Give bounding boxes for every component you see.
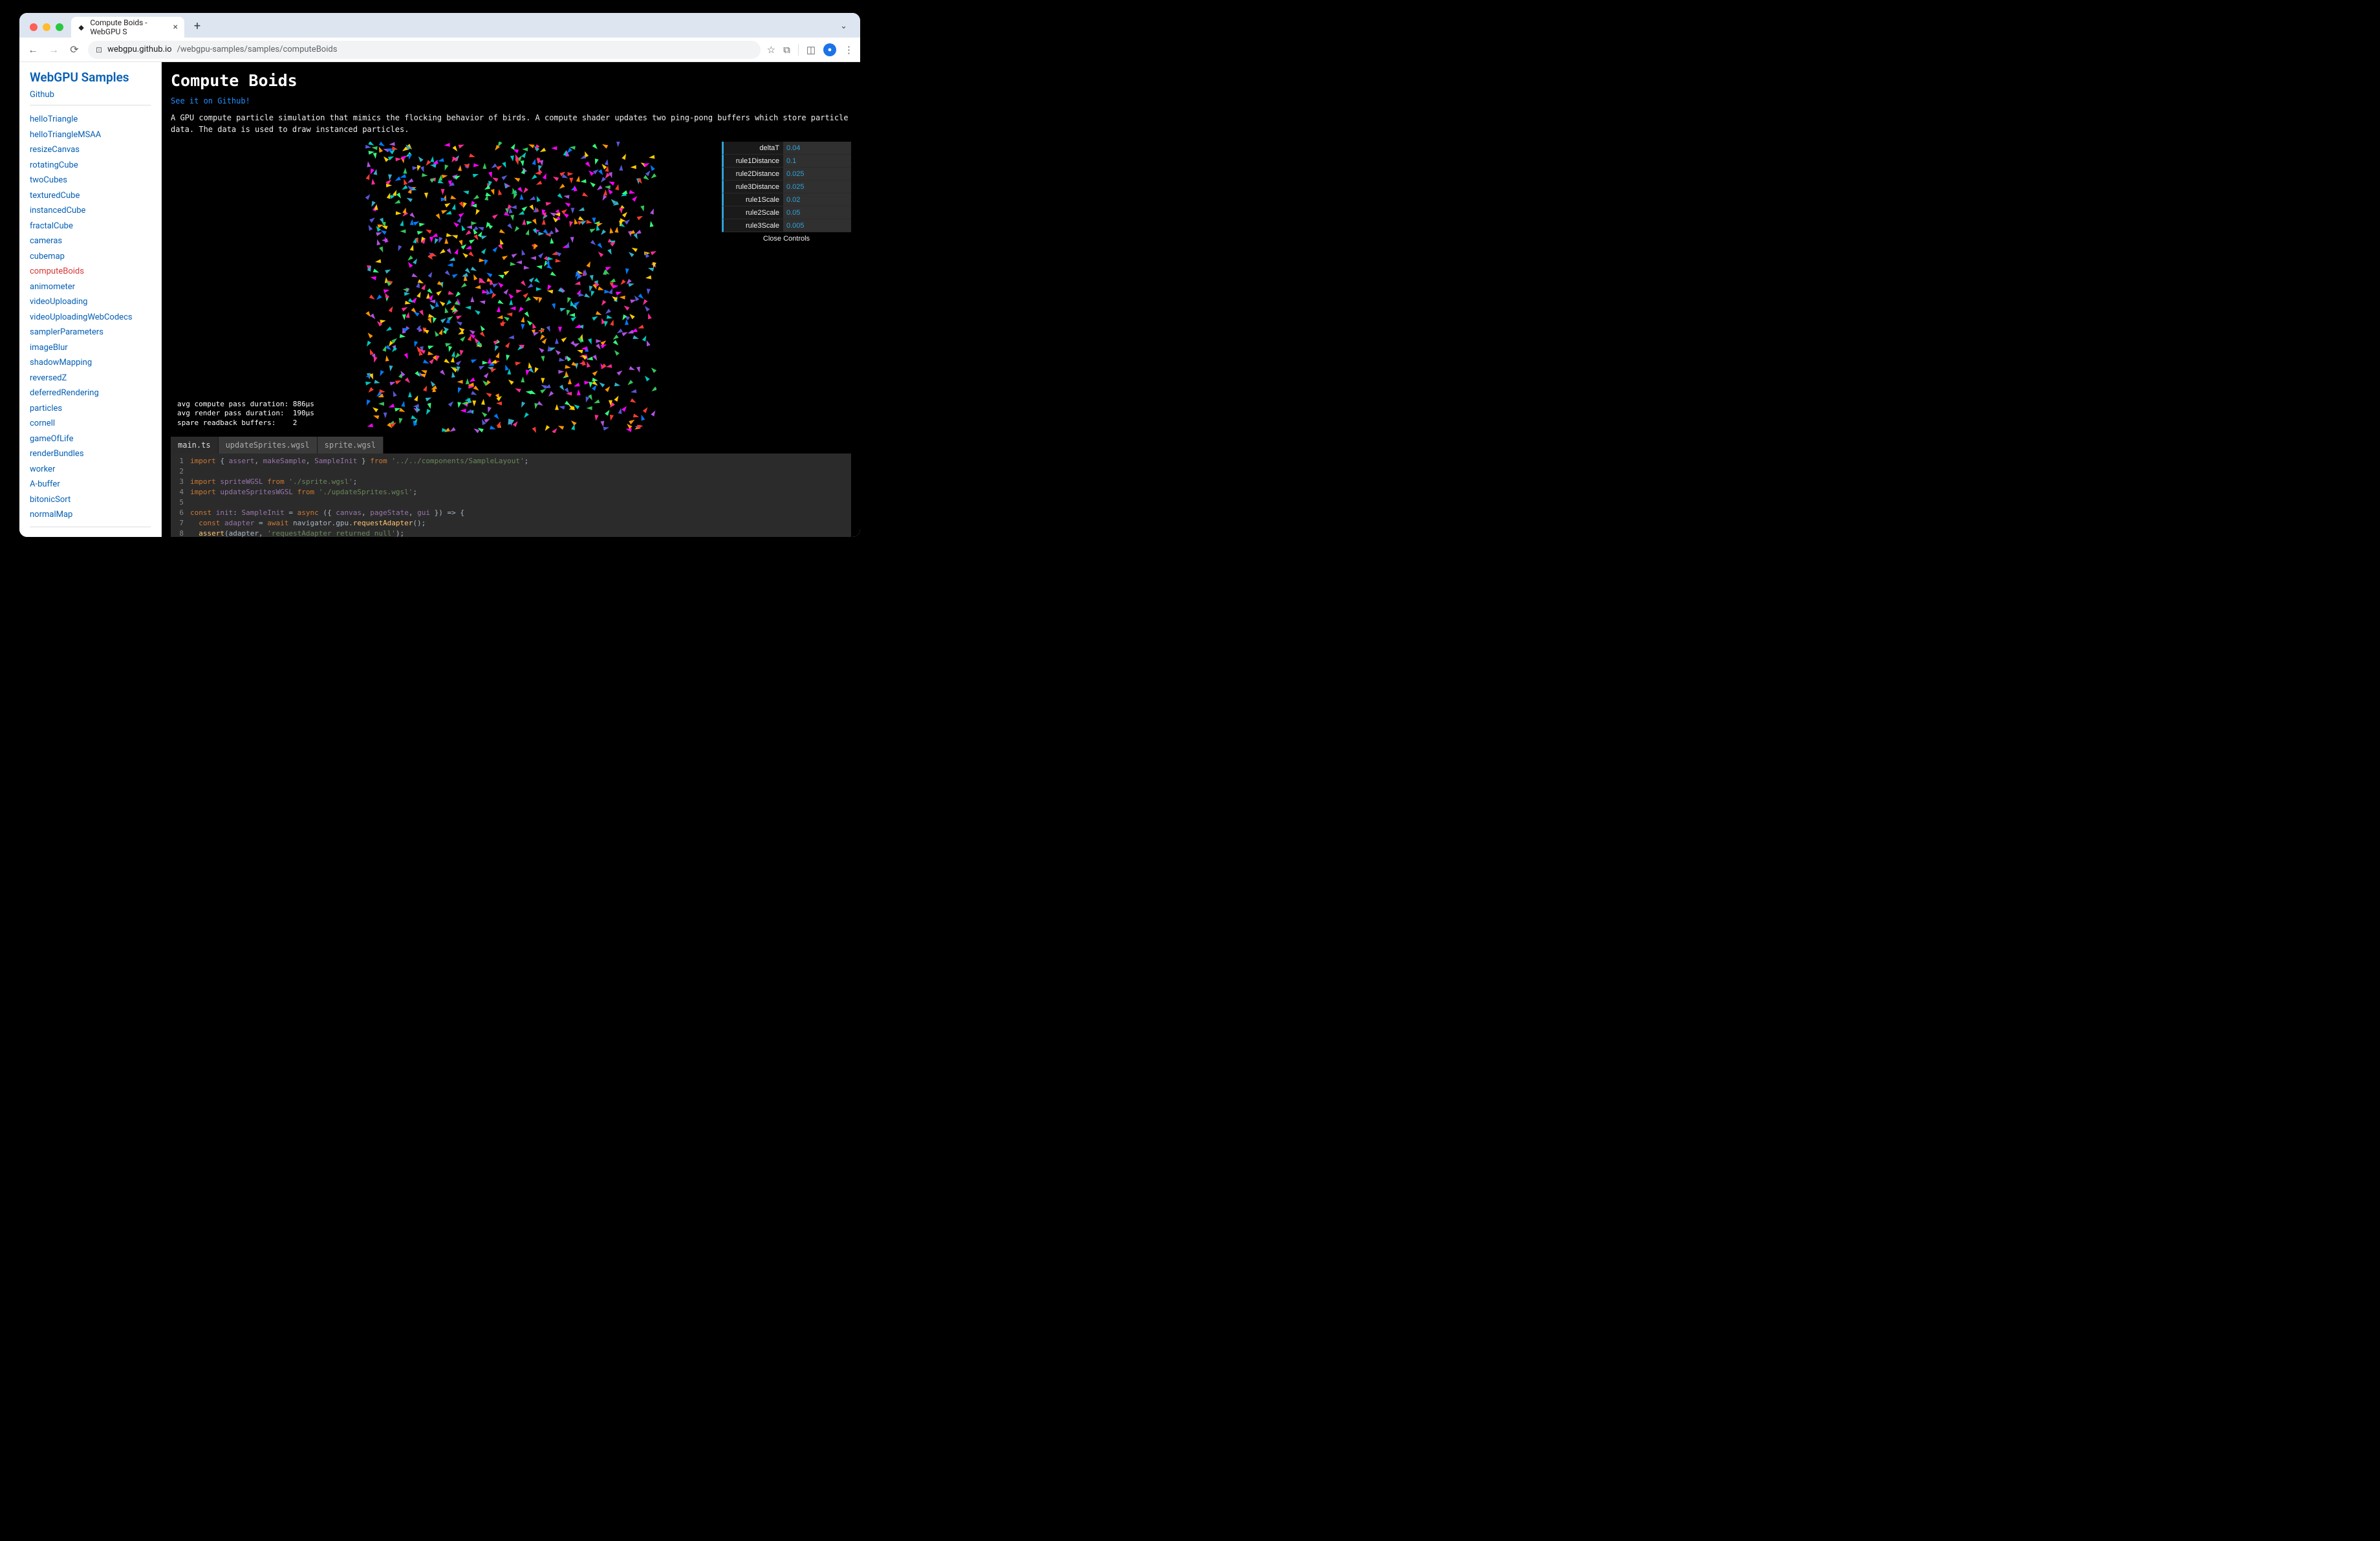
sidebar-item-animometer[interactable]: animometer	[30, 279, 151, 295]
sidebar-item-computeBoids[interactable]: computeBoids	[30, 264, 151, 279]
url-input[interactable]: ⊡ webgpu.github.io/webgpu-samples/sample…	[88, 41, 761, 59]
forward-button[interactable]: →	[47, 43, 61, 57]
sidebar-item-cornell[interactable]: cornell	[30, 416, 151, 432]
sidebar-item-videoUploadingWebCodecs[interactable]: videoUploadingWebCodecs	[30, 310, 151, 325]
gui-row-rule1Scale: rule1Scale0.02	[722, 193, 851, 206]
gui-label: rule2Scale	[724, 209, 783, 217]
gui-label: rule1Scale	[724, 196, 783, 204]
gui-label: deltaT	[724, 144, 783, 152]
sidebar-item-texturedCube[interactable]: texturedCube	[30, 188, 151, 204]
side-panel-icon[interactable]: ◫	[806, 44, 816, 56]
gui-row-rule2Scale: rule2Scale0.05	[722, 206, 851, 219]
gui-value-input[interactable]: 0.02	[783, 193, 851, 206]
sidebar-item-A-buffer[interactable]: A-buffer	[30, 477, 151, 492]
sidebar-item-deferredRendering[interactable]: deferredRendering	[30, 386, 151, 401]
window-controls	[30, 23, 63, 31]
tab-bar: ◆ Compute Boids - WebGPU S × + ⌄	[19, 13, 860, 38]
code-tab[interactable]: updateSprites.wgsl	[219, 437, 318, 454]
see-on-github-link[interactable]: See it on Github!	[171, 96, 851, 105]
tab-title: Compute Boids - WebGPU S	[90, 18, 168, 36]
gui-value-input[interactable]: 0.025	[783, 168, 851, 180]
sidebar-item-twoCubes[interactable]: twoCubes	[30, 173, 151, 188]
gui-value-input[interactable]: 0.025	[783, 180, 851, 193]
site-info-icon[interactable]: ⊡	[96, 45, 102, 54]
gui-row-deltaT: deltaT0.04	[722, 142, 851, 155]
gui-value-input[interactable]: 0.1	[783, 155, 851, 167]
sidebar-item-shadowMapping[interactable]: shadowMapping	[30, 355, 151, 371]
maximize-window-button[interactable]	[56, 23, 63, 31]
sidebar-item-fractalCube[interactable]: fractalCube	[30, 219, 151, 234]
code-tab[interactable]: sprite.wgsl	[318, 437, 384, 454]
samples-list: helloTrianglehelloTriangleMSAAresizeCanv…	[30, 112, 151, 523]
sidebar-item-samplerParameters[interactable]: samplerParameters	[30, 325, 151, 340]
sidebar-item-normalMap[interactable]: normalMap	[30, 507, 151, 523]
sidebar-title: WebGPU Samples	[30, 70, 151, 85]
tab-favicon-icon: ◆	[78, 23, 85, 32]
page-content: WebGPU Samples Github helloTrianglehello…	[19, 62, 860, 537]
tab-overflow-icon[interactable]: ⌄	[840, 21, 847, 31]
gui-label: rule2Distance	[724, 170, 783, 178]
gui-row-rule3Distance: rule3Distance0.025	[722, 180, 851, 193]
gui-value-input[interactable]: 0.005	[783, 219, 851, 232]
close-controls-button[interactable]: Close Controls	[722, 232, 851, 245]
gui-label: rule3Scale	[724, 222, 783, 230]
sidebar-item-particles[interactable]: particles	[30, 401, 151, 417]
gui-label: rule3Distance	[724, 183, 783, 191]
close-tab-icon[interactable]: ×	[173, 22, 178, 32]
code-viewer[interactable]: 1import { assert, makeSample, SampleInit…	[171, 454, 851, 537]
gui-row-rule2Distance: rule2Distance0.025	[722, 168, 851, 180]
sidebar-item-worker[interactable]: worker	[30, 462, 151, 477]
close-window-button[interactable]	[30, 23, 38, 31]
sidebar-item-gameOfLife[interactable]: gameOfLife	[30, 432, 151, 447]
separator	[798, 44, 799, 56]
page-description: A GPU compute particle simulation that m…	[171, 112, 851, 135]
sidebar-item-cameras[interactable]: cameras	[30, 234, 151, 249]
canvas-area: avg compute pass duration: 886µs avg ren…	[171, 142, 851, 433]
code-tab[interactable]: main.ts	[171, 437, 219, 454]
sidebar-item-bitonicSort[interactable]: bitonicSort	[30, 492, 151, 508]
url-path: /webgpu-samples/samples/computeBoids	[177, 45, 338, 54]
extensions-icon[interactable]: ⧉	[783, 44, 790, 56]
back-button[interactable]: ←	[26, 43, 40, 57]
sidebar-item-rotatingCube[interactable]: rotatingCube	[30, 158, 151, 173]
gui-value-input[interactable]: 0.05	[783, 206, 851, 219]
page-title: Compute Boids	[171, 71, 851, 90]
gui-row-rule1Distance: rule1Distance0.1	[722, 155, 851, 168]
code-tabs: main.tsupdateSprites.wgslsprite.wgsl	[171, 437, 851, 454]
sidebar-item-cubemap[interactable]: cubemap	[30, 249, 151, 265]
address-bar: ← → ⟳ ⊡ webgpu.github.io/webgpu-samples/…	[19, 38, 860, 62]
sidebar-item-reversedZ[interactable]: reversedZ	[30, 371, 151, 386]
sidebar: WebGPU Samples Github helloTrianglehello…	[19, 62, 162, 537]
main-content: Compute Boids See it on Github! A GPU co…	[162, 62, 860, 537]
sidebar-item-instancedCube[interactable]: instancedCube	[30, 203, 151, 219]
new-tab-button[interactable]: +	[189, 18, 205, 34]
gui-value-input[interactable]: 0.04	[783, 142, 851, 154]
sidebar-item-videoUploading[interactable]: videoUploading	[30, 294, 151, 310]
sidebar-item-renderBundles[interactable]: renderBundles	[30, 446, 151, 462]
perf-stats: avg compute pass duration: 886µs avg ren…	[177, 400, 314, 428]
sidebar-item-imageBlur[interactable]: imageBlur	[30, 340, 151, 356]
bookmark-icon[interactable]: ☆	[767, 44, 775, 56]
gui-row-rule3Scale: rule3Scale0.005	[722, 219, 851, 232]
url-host: webgpu.github.io	[107, 45, 172, 54]
browser-tab[interactable]: ◆ Compute Boids - WebGPU S ×	[71, 17, 184, 38]
profile-avatar[interactable]: ●	[823, 43, 836, 56]
reload-button[interactable]: ⟳	[67, 43, 81, 57]
browser-window: ◆ Compute Boids - WebGPU S × + ⌄ ← → ⟳ ⊡…	[19, 13, 860, 537]
sidebar-item-resizeCanvas[interactable]: resizeCanvas	[30, 142, 151, 158]
github-link[interactable]: Github	[30, 90, 151, 100]
menu-icon[interactable]: ⋮	[844, 44, 854, 56]
sidebar-item-helloTriangle[interactable]: helloTriangle	[30, 112, 151, 127]
minimize-window-button[interactable]	[43, 23, 50, 31]
simulation-canvas	[365, 142, 656, 433]
gui-label: rule1Distance	[724, 157, 783, 165]
sidebar-item-helloTriangleMSAA[interactable]: helloTriangleMSAA	[30, 127, 151, 143]
control-panel: deltaT0.04rule1Distance0.1rule2Distance0…	[722, 142, 851, 245]
